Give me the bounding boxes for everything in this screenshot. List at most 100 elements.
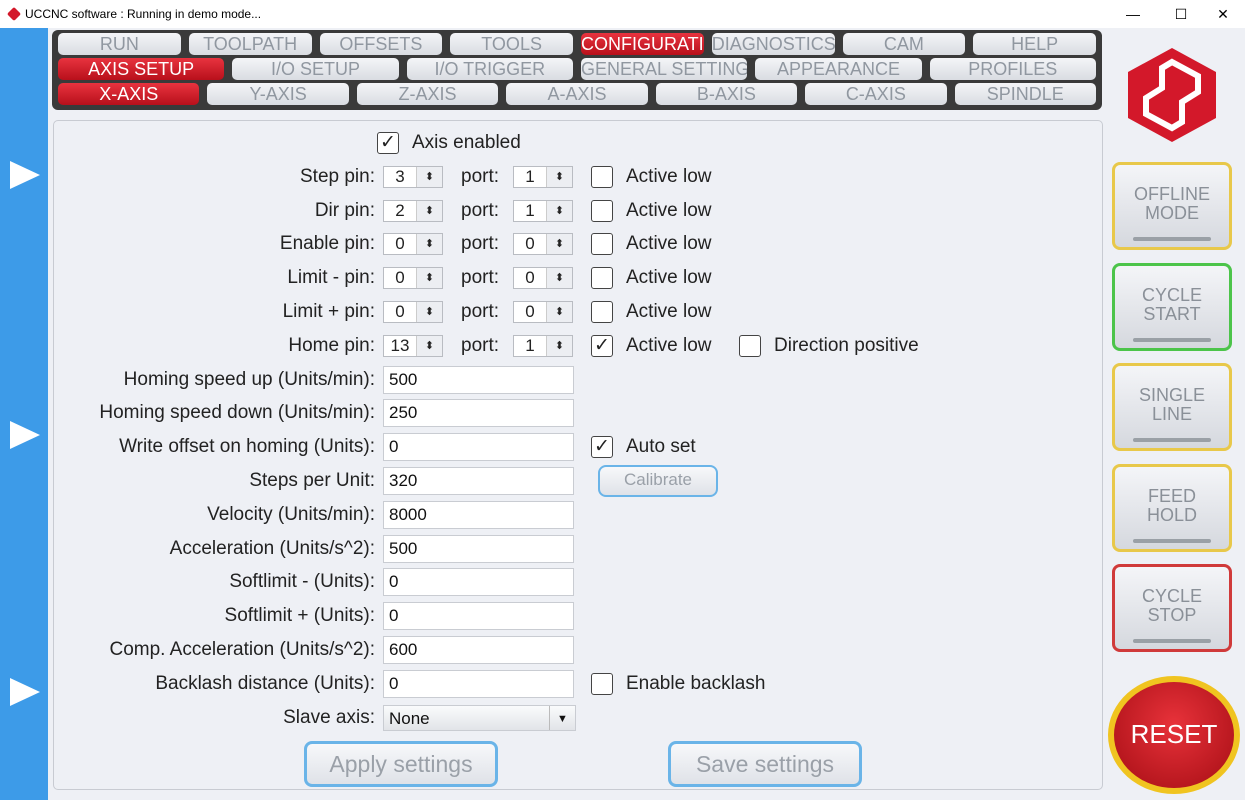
active-low-checkbox[interactable]	[591, 301, 613, 323]
stepper-arrows-icon[interactable]: ⬍	[546, 166, 572, 187]
arrow-right-icon[interactable]	[10, 421, 40, 449]
pin-value: 2	[395, 200, 405, 220]
field-row: Softlimit + (Units): 0	[54, 601, 1102, 631]
port-stepper[interactable]: 0 ⬍	[513, 267, 573, 290]
tab-toolpath[interactable]: TOOLPATH	[188, 33, 312, 55]
port-stepper[interactable]: 0 ⬍	[513, 301, 573, 323]
tab-c-axis[interactable]: C-AXIS	[805, 83, 947, 105]
tab-help[interactable]: HELP	[973, 33, 1096, 55]
button-label-line: STOP	[1147, 605, 1197, 625]
minimize-button[interactable]: —	[1110, 0, 1156, 28]
stepper-arrows-icon[interactable]: ⬍	[416, 302, 442, 322]
pin-value: 0	[395, 302, 405, 321]
apply-settings-button[interactable]: Apply settings	[304, 741, 498, 787]
arrow-right-icon[interactable]	[10, 161, 40, 189]
tab-a-axis[interactable]: A-AXIS	[506, 83, 648, 105]
field-label: Velocity (Units/min):	[207, 503, 375, 525]
chevron-down-icon[interactable]: ▼	[549, 705, 575, 730]
stepper-arrows-icon[interactable]: ⬍	[546, 335, 572, 356]
cycle-start-button[interactable]: CYCLE START	[1112, 262, 1232, 351]
stepper-arrows-icon[interactable]: ⬍	[416, 268, 442, 289]
tab-y-axis[interactable]: Y-AXIS	[207, 83, 349, 105]
axis-enabled-checkbox[interactable]: ✓	[377, 132, 399, 154]
field-input[interactable]: 500	[383, 534, 574, 563]
auto-set-checkbox[interactable]: ✓	[591, 436, 613, 459]
active-low-checkbox[interactable]	[591, 267, 613, 290]
active-low-checkbox[interactable]	[591, 199, 613, 222]
port-stepper[interactable]: 1 ⬍	[513, 334, 573, 357]
close-button[interactable]: ✕	[1200, 0, 1245, 28]
pin-stepper[interactable]: 0 ⬍	[383, 301, 443, 323]
port-label: port:	[461, 233, 500, 255]
tab-diagnostics[interactable]: DIAGNOSTICS	[711, 33, 835, 55]
port-stepper[interactable]: 1 ⬍	[513, 199, 573, 222]
pin-value: 0	[395, 234, 405, 254]
stepper-arrows-icon[interactable]: ⬍	[416, 234, 442, 255]
offline-mode-button[interactable]: OFFLINE MODE	[1112, 162, 1232, 250]
tab-i-o-trigger[interactable]: I/O TRIGGER	[406, 58, 573, 80]
feed-hold-button[interactable]: FEED HOLD	[1112, 463, 1232, 552]
port-stepper[interactable]: 0 ⬍	[513, 233, 573, 256]
stepper-arrows-icon[interactable]: ⬍	[546, 302, 572, 322]
tab-run[interactable]: RUN	[58, 33, 181, 55]
calibrate-button[interactable]: Calibrate	[598, 465, 718, 497]
active-low-checkbox[interactable]	[591, 233, 613, 256]
stepper-arrows-icon[interactable]: ⬍	[546, 268, 572, 289]
field-input[interactable]: 8000	[383, 500, 574, 529]
port-value: 0	[525, 234, 535, 254]
tab-z-axis[interactable]: Z-AXIS	[356, 83, 499, 105]
tab-offsets[interactable]: OFFSETS	[319, 33, 443, 55]
pin-stepper[interactable]: 2 ⬍	[383, 199, 443, 222]
pin-value: 0	[395, 268, 405, 288]
pin-row: Limit - pin: 0 ⬍ port: 0 ⬍ Active low	[54, 263, 1102, 293]
port-value: 0	[525, 302, 535, 321]
active-low-label: Active low	[626, 301, 712, 322]
tab-tools[interactable]: TOOLS	[450, 33, 573, 55]
tab-configuration[interactable]: CONFIGURATION	[581, 33, 704, 55]
field-input[interactable]: 0	[383, 568, 574, 597]
port-label: port:	[461, 165, 500, 187]
tab-axis-setup[interactable]: AXIS SETUP	[58, 58, 225, 80]
tab-spindle[interactable]: SPINDLE	[954, 83, 1096, 105]
stepper-arrows-icon[interactable]: ⬍	[416, 166, 442, 187]
pin-stepper[interactable]: 13 ⬍	[383, 334, 443, 357]
pin-stepper[interactable]: 3 ⬍	[383, 165, 443, 188]
field-input[interactable]: 0	[383, 602, 574, 631]
button-label-line: FEED	[1147, 485, 1196, 506]
pin-stepper[interactable]: 0 ⬍	[383, 267, 443, 290]
field-input[interactable]: 250	[383, 399, 574, 428]
stepper-arrows-icon[interactable]: ⬍	[546, 200, 572, 221]
tab-x-axis[interactable]: X-AXIS	[58, 83, 200, 105]
stepper-arrows-icon[interactable]: ⬍	[416, 335, 442, 356]
field-input[interactable]: 0	[383, 433, 574, 462]
tab-i-o-setup[interactable]: I/O SETUP	[232, 58, 399, 80]
field-input[interactable]: 500	[383, 365, 574, 394]
active-low-label: Active low	[626, 199, 712, 221]
field-label: Softlimit - (Units):	[229, 571, 375, 593]
field-input[interactable]: 600	[383, 636, 574, 664]
direction-positive-checkbox[interactable]	[739, 334, 761, 357]
tab-general-settings[interactable]: GENERAL SETTINGS	[580, 58, 748, 80]
tab-appearance[interactable]: APPEARANCE	[755, 58, 922, 80]
slave-axis-select[interactable]: None ▼	[383, 704, 576, 731]
tab-b-axis[interactable]: B-AXIS	[655, 83, 798, 105]
pin-stepper[interactable]: 0 ⬍	[383, 233, 443, 256]
maximize-button[interactable]: ☐	[1158, 0, 1204, 28]
pin-label: Limit + pin:	[282, 301, 375, 322]
port-stepper[interactable]: 1 ⬍	[513, 165, 573, 188]
active-low-checkbox[interactable]	[591, 165, 613, 188]
stepper-arrows-icon[interactable]: ⬍	[416, 200, 442, 221]
tab-cam[interactable]: CAM	[842, 33, 966, 55]
tab-profiles[interactable]: PROFILES	[929, 58, 1096, 80]
enable-backlash-checkbox[interactable]	[591, 672, 613, 695]
save-settings-button[interactable]: Save settings	[668, 741, 862, 787]
field-input[interactable]: 320	[383, 467, 574, 495]
single-line-button[interactable]: SINGLE LINE	[1112, 363, 1232, 451]
active-low-checkbox[interactable]: ✓	[591, 334, 613, 357]
arrow-right-icon[interactable]	[10, 678, 40, 706]
field-input[interactable]: 0	[383, 669, 574, 698]
cycle-stop-button[interactable]: CYCLE STOP	[1112, 564, 1232, 652]
reset-button[interactable]: RESET	[1108, 676, 1240, 794]
pin-label: Home pin:	[288, 334, 375, 356]
stepper-arrows-icon[interactable]: ⬍	[546, 234, 572, 255]
